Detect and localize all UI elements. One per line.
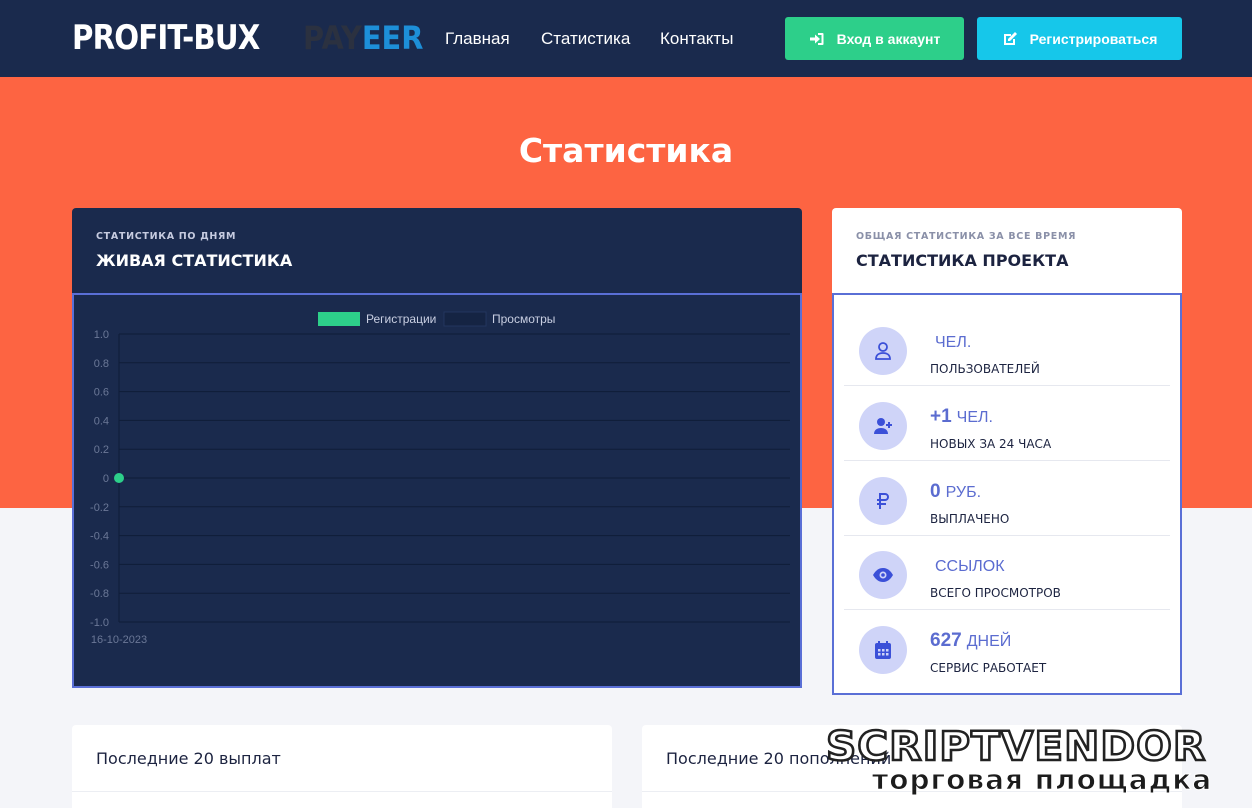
login-button[interactable]: Вход в аккаунт	[785, 17, 964, 60]
divider	[72, 791, 612, 792]
payouts-title: Последние 20 выплат	[96, 749, 281, 768]
login-button-label: Вход в аккаунт	[836, 30, 941, 47]
watermark-tagline: торговая площадка	[871, 763, 1213, 797]
stat-value: 0 РУБ.	[930, 481, 982, 502]
y-tick-label: 1.0	[94, 329, 109, 341]
project-stats-list: ЧЕЛ. ПОЛЬЗОВАТЕЛЕЙ +1 ЧЕЛ. НОВЫХ ЗА 24 ЧА…	[832, 293, 1182, 695]
stat-label: СЕРВИС РАБОТАЕТ	[930, 661, 1047, 675]
legend-label: Просмотры	[492, 312, 555, 326]
ruble-icon	[859, 477, 907, 525]
edit-icon	[1003, 31, 1017, 45]
y-tick-label: -0.2	[90, 502, 109, 514]
register-button[interactable]: Регистрироваться	[977, 17, 1182, 60]
legend-label: Регистрации	[366, 312, 436, 326]
nav-link-contacts[interactable]: Контакты	[660, 29, 733, 49]
y-tick-label: 0.6	[94, 387, 109, 399]
y-tick-label: 0.8	[94, 358, 109, 370]
legend-swatch	[443, 311, 487, 327]
y-tick-label: 0.4	[94, 415, 109, 427]
y-tick-label: -0.8	[90, 588, 109, 600]
project-stats-card-header: ОБЩАЯ СТАТИСТИКА ЗА ВСЕ ВРЕМЯ СТАТИСТИКА…	[832, 208, 1182, 294]
stat-label: ПОЛЬЗОВАТЕЛЕЙ	[930, 362, 1040, 376]
stat-label: ВЫПЛАЧЕНО	[930, 512, 1010, 526]
stat-value: ЧЕЛ.	[935, 334, 972, 351]
calendar-icon	[859, 626, 907, 674]
user-plus-icon	[859, 402, 907, 450]
register-button-label: Регистрироваться	[1029, 30, 1158, 47]
y-tick-label: 0.2	[94, 444, 109, 456]
nav-link-home[interactable]: Главная	[445, 29, 510, 49]
y-tick-label: -0.6	[90, 559, 109, 571]
stat-value: ССЫЛОК	[935, 558, 1005, 575]
stat-label: НОВЫХ ЗА 24 ЧАСА	[930, 437, 1052, 451]
stat-row-paid: 0 РУБ. ВЫПЛАЧЕНО	[844, 461, 1170, 536]
live-stats-chart[interactable]: 1.0 0.8 0.6 0.4 0.2 0 -0.2 -0.4 -0.6 -0.8 -1.0 16-1…	[72, 293, 802, 688]
stat-value: +1 ЧЕЛ.	[930, 406, 993, 427]
page-title: Статистика	[518, 131, 734, 170]
sign-in-icon	[809, 32, 824, 45]
data-point	[114, 473, 124, 483]
live-stats-card-header: СТАТИСТИКА ПО ДНЯМ ЖИВАЯ СТАТИСТИКА	[72, 208, 802, 294]
stat-row-users: ЧЕЛ. ПОЛЬЗОВАТЕЛЕЙ	[844, 311, 1170, 386]
y-tick-label: -0.4	[90, 531, 109, 543]
nav-link-statistics[interactable]: Статистика	[541, 29, 630, 49]
legend-swatch	[318, 312, 360, 326]
eye-icon	[859, 551, 907, 599]
stat-value: 627 ДНЕЙ	[930, 630, 1012, 651]
top-navbar: PROFIT-BUX PAYEER Главная Статистика Кон…	[0, 0, 1252, 77]
payeer-logo[interactable]: PAYEER	[303, 19, 423, 57]
site-logo[interactable]: PROFIT-BUX	[72, 18, 260, 58]
project-stats-title: СТАТИСТИКА ПРОЕКТА	[856, 251, 1069, 270]
payouts-card: Последние 20 выплат	[72, 725, 612, 808]
x-tick-label: 16-10-2023	[91, 634, 147, 646]
stat-row-uptime: 627 ДНЕЙ СЕРВИС РАБОТАЕТ	[844, 610, 1170, 685]
chart-svg: 1.0 0.8 0.6 0.4 0.2 0 -0.2 -0.4 -0.6 -0.8 -1.0 16-1…	[90, 311, 790, 646]
live-stats-kicker: СТАТИСТИКА ПО ДНЯМ	[96, 231, 237, 242]
stat-row-views: ССЫЛОК ВСЕГО ПРОСМОТРОВ	[844, 535, 1170, 610]
y-tick-label: -1.0	[90, 617, 109, 629]
project-stats-kicker: ОБЩАЯ СТАТИСТИКА ЗА ВСЕ ВРЕМЯ	[856, 231, 1077, 242]
user-icon	[859, 327, 907, 375]
y-tick-label: 0	[103, 473, 109, 485]
stat-row-new-users: +1 ЧЕЛ. НОВЫХ ЗА 24 ЧАСА	[844, 386, 1170, 461]
live-stats-title: ЖИВАЯ СТАТИСТИКА	[96, 251, 293, 270]
stat-label: ВСЕГО ПРОСМОТРОВ	[930, 586, 1061, 600]
